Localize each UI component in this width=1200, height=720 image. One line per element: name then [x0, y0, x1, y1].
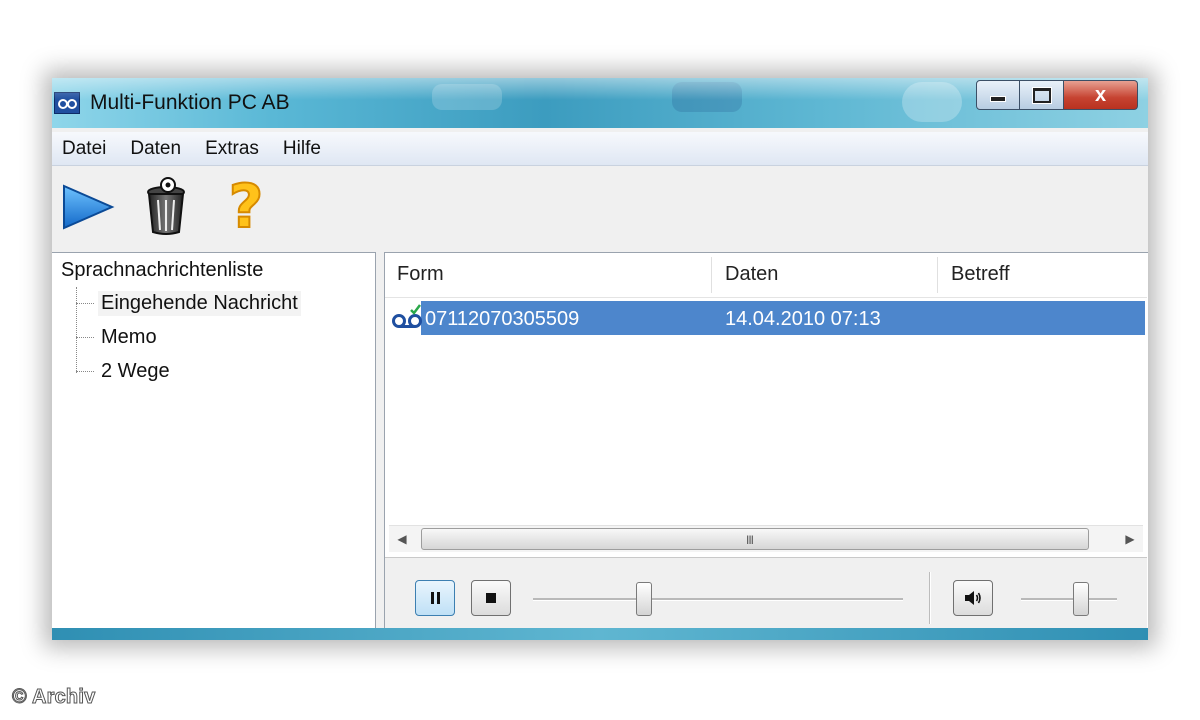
mute-button[interactable] [953, 580, 993, 616]
list-header: Form Daten Betreff [385, 253, 1147, 298]
voicemail-icon[interactable] [54, 92, 80, 114]
column-separator[interactable] [711, 257, 712, 293]
toolbar-separator [929, 572, 931, 624]
scroll-right-icon[interactable]: ▶ [1121, 530, 1139, 548]
minimize-button[interactable] [976, 80, 1020, 110]
tree-item-2-wege[interactable]: 2 Wege [76, 359, 173, 384]
column-separator[interactable] [937, 257, 938, 293]
tree-item-memo[interactable]: Memo [76, 325, 160, 350]
pause-icon [430, 592, 440, 604]
voicemail-tree: Sprachnachrichtenliste Eingehende Nachri… [52, 252, 376, 640]
titlebar-decoration [902, 82, 962, 122]
tree-item-label: 2 Wege [101, 360, 170, 382]
tree-item-label: Eingehende Nachricht [98, 291, 301, 316]
status-bar [52, 628, 1148, 640]
menu-datei[interactable]: Datei [62, 136, 106, 162]
maximize-icon [1031, 86, 1052, 104]
app-window: Multi-Funktion PC AB x Datei Daten Extra… [52, 78, 1148, 640]
pause-button[interactable] [415, 580, 455, 616]
minimize-icon [990, 96, 1006, 102]
titlebar-decoration [672, 82, 742, 112]
help-button[interactable]: ? [218, 172, 274, 242]
play-button[interactable] [60, 176, 116, 238]
window-title: Multi-Funktion PC AB [90, 91, 290, 114]
menu-hilfe[interactable]: Hilfe [283, 136, 321, 162]
trash-icon [147, 177, 185, 235]
speaker-icon [965, 591, 981, 605]
titlebar-decoration [432, 84, 502, 110]
progress-slider-track[interactable] [533, 598, 903, 601]
panel-splitter[interactable] [376, 252, 384, 640]
toolbar: ? [52, 166, 1148, 250]
tree-item-label: Memo [101, 326, 157, 348]
cell-form: 07112070305509 [425, 308, 580, 330]
tree-root-label[interactable]: Sprachnachrichtenliste [61, 259, 263, 282]
window-controls: x [976, 80, 1146, 110]
message-list: Form Daten Betreff 07112070305509 14.04.… [384, 252, 1148, 640]
tree-connector [76, 337, 94, 338]
play-icon [63, 184, 115, 230]
tree-connector [76, 371, 94, 372]
close-icon: x [1094, 83, 1107, 106]
progress-slider-thumb[interactable] [636, 582, 652, 616]
scrollbar-thumb[interactable]: III [421, 528, 1089, 550]
help-icon: ? [228, 172, 265, 242]
menu-extras[interactable]: Extras [205, 136, 259, 162]
stop-button[interactable] [471, 580, 511, 616]
column-header-daten[interactable]: Daten [725, 263, 778, 286]
column-header-betreff[interactable]: Betreff [951, 263, 1010, 286]
scroll-left-icon[interactable]: ◀ [393, 530, 411, 548]
menu-daten[interactable]: Daten [130, 136, 181, 162]
delete-button[interactable] [138, 176, 194, 238]
maximize-button[interactable] [1020, 80, 1064, 110]
menu-bar: Datei Daten Extras Hilfe [52, 132, 1148, 166]
horizontal-scrollbar[interactable]: ◀ III ▶ [389, 525, 1143, 552]
stop-icon [486, 593, 496, 603]
title-bar[interactable]: Multi-Funktion PC AB x [52, 78, 1148, 128]
grip-icon: III [746, 533, 754, 547]
cell-daten: 14.04.2010 07:13 [725, 308, 881, 330]
copyright-notice: © Archiv [11, 686, 96, 709]
volume-slider-thumb[interactable] [1072, 582, 1089, 616]
column-header-form[interactable]: Form [397, 263, 444, 286]
close-button[interactable]: x [1064, 80, 1138, 110]
tree-item-eingehende-nachricht[interactable]: Eingehende Nachricht [76, 291, 301, 316]
tree-connector [76, 303, 94, 304]
volume-slider-track[interactable] [1021, 598, 1117, 601]
voicemail-message-icon [392, 304, 422, 328]
